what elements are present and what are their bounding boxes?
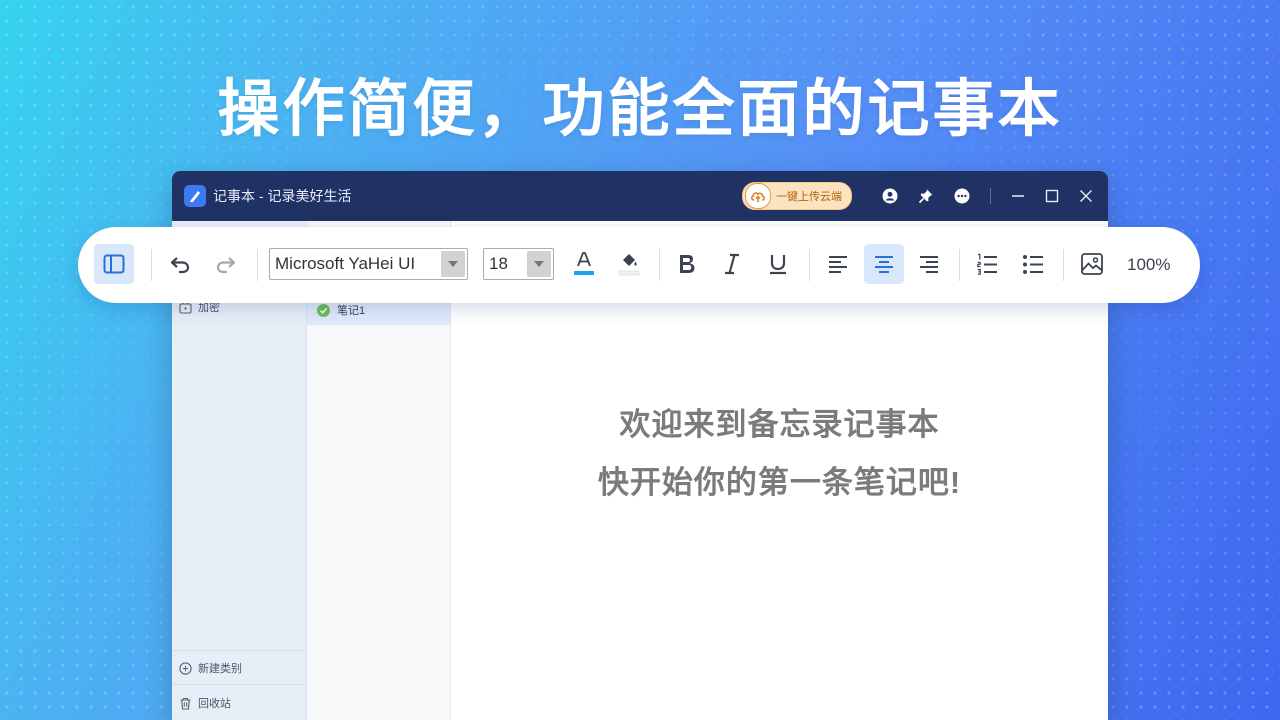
paint-bucket-icon [618, 254, 640, 276]
highlight-color-button[interactable] [609, 244, 649, 284]
toggle-sidebar-button[interactable] [94, 244, 134, 284]
underline-icon [770, 255, 786, 275]
cloud-upload-button[interactable]: 一键上传云端 [742, 182, 852, 210]
align-left-button[interactable] [818, 244, 858, 284]
sidebar-item-recycle-bin[interactable]: 回收站 [178, 695, 231, 711]
sidebar-item-label: 回收站 [198, 698, 231, 710]
sidebar-panel-icon [103, 254, 125, 274]
check-icon [317, 303, 330, 317]
bold-icon [680, 255, 695, 273]
toolbar-divider [809, 249, 810, 281]
toolbar-divider [659, 249, 660, 281]
bullet-list-button[interactable] [1013, 244, 1053, 284]
more-icon[interactable] [952, 186, 972, 206]
font-size-select[interactable]: 18 [483, 248, 554, 280]
window-title: 记事本 - 记录美好生活 [213, 188, 352, 204]
sidebar-item-label: 新建类别 [198, 663, 242, 675]
align-right-button[interactable] [909, 244, 949, 284]
align-center-icon [875, 256, 893, 273]
font-family-select[interactable]: Microsoft YaHei UI [269, 248, 468, 280]
sidebar-item-new-category[interactable]: 新建类别 [178, 660, 242, 676]
sidebar-divider [172, 650, 306, 651]
text-color-icon [574, 252, 594, 275]
font-family-value: Microsoft YaHei UI [275, 254, 416, 273]
welcome-message: 欢迎来到备忘录记事本 快开始你的第一条笔记吧! [451, 396, 1108, 512]
bullet-list-icon [1023, 255, 1043, 274]
numbered-list-button[interactable] [967, 244, 1007, 284]
font-size-value: 18 [489, 254, 508, 273]
note-title: 笔记1 [337, 305, 366, 317]
italic-icon [725, 253, 739, 275]
toolbar-divider [257, 249, 258, 281]
title-bar: 记事本 - 记录美好生活 一键上传云端 [172, 171, 1108, 221]
trash-icon [178, 696, 192, 710]
page-headline: 操作简便，功能全面的记事本 [217, 75, 1063, 144]
image-icon [1081, 253, 1103, 275]
close-icon[interactable] [1076, 186, 1096, 206]
chevron-down-icon [527, 251, 551, 277]
titlebar-divider [990, 188, 991, 204]
text-color-button[interactable] [564, 244, 604, 284]
undo-button[interactable] [160, 244, 200, 284]
app-logo-icon [184, 185, 206, 207]
pin-icon[interactable] [916, 186, 936, 206]
cloud-upload-label: 一键上传云端 [776, 191, 842, 203]
undo-icon [170, 257, 190, 274]
insert-image-button[interactable] [1072, 244, 1112, 284]
user-icon[interactable] [880, 186, 900, 206]
align-right-icon [920, 256, 938, 273]
underline-button[interactable] [758, 244, 798, 284]
toolbar-divider [959, 249, 960, 281]
redo-button[interactable] [206, 244, 246, 284]
numbered-list-icon [977, 253, 997, 275]
align-center-button[interactable] [864, 244, 904, 284]
redo-icon [216, 257, 236, 274]
cloud-upload-icon [745, 183, 771, 209]
zoom-level[interactable]: 100% [1127, 255, 1170, 275]
add-circle-icon [178, 661, 192, 675]
chevron-down-icon [441, 251, 465, 277]
welcome-line-2: 快开始你的第一条笔记吧! [597, 465, 962, 500]
minimize-icon[interactable] [1008, 186, 1028, 206]
maximize-icon[interactable] [1042, 186, 1062, 206]
align-left-icon [829, 256, 847, 273]
sidebar-divider [172, 684, 306, 685]
italic-button[interactable] [712, 244, 752, 284]
bold-button[interactable] [667, 244, 707, 284]
welcome-line-1: 欢迎来到备忘录记事本 [619, 407, 940, 442]
toolbar-divider [151, 249, 152, 281]
toolbar-divider [1063, 249, 1064, 281]
formatting-toolbar: Microsoft YaHei UI 18 100% [78, 227, 1200, 303]
